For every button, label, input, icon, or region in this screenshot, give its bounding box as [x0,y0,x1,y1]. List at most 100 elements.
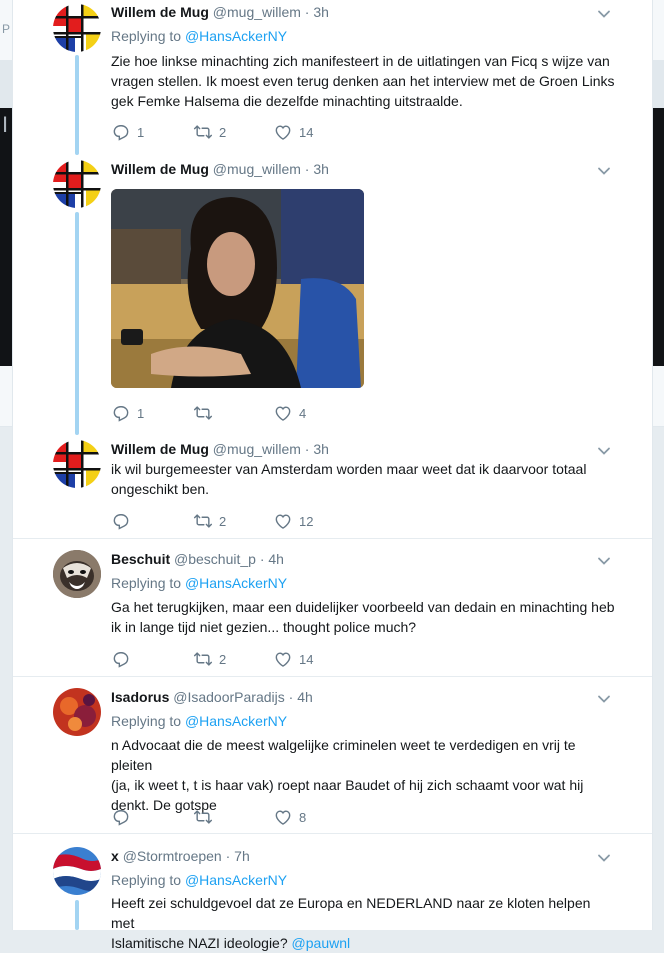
retweet-button[interactable]: 2 [193,511,226,531]
replying-to: Replying to @HansAckerNY [111,872,287,888]
timestamp[interactable]: · 4h [289,689,313,705]
retweet-count: 2 [219,651,227,667]
tweet-text: Zie hoe linkse minachting zich manifeste… [111,51,616,111]
chevron-down-icon[interactable] [596,553,612,569]
tweet-text-line: gek Femke Halsema die dezelfde minachtin… [111,93,463,109]
timestamp[interactable]: · 7h [226,848,250,864]
tweet-header: x @Stormtroepen · 7h [111,848,250,864]
tweet-text: Heeft zei schuldgevoel dat ze Europa en … [111,893,616,953]
tweet[interactable]: Isadorus @IsadoorParadijs · 4h Replying … [13,677,652,834]
retweet-icon [193,403,213,423]
reply-button[interactable]: 1 [111,403,144,423]
like-count: 8 [299,809,307,825]
tweet[interactable]: Beschuit @beschuit_p · 4h Replying to @H… [13,539,652,677]
reply-button[interactable] [111,649,137,669]
mention-link[interactable]: @HansAckerNY [185,28,287,44]
user-handle[interactable]: @Stormtroepen [123,848,222,864]
retweet-button[interactable] [193,807,219,827]
tweet-header: Beschuit @beschuit_p · 4h [111,551,284,567]
reply-count: 1 [137,405,145,421]
like-icon [273,649,293,669]
like-button[interactable]: 4 [273,403,306,423]
background-fragment-text: P [2,22,11,36]
retweet-count: 2 [219,124,227,140]
tweet-text-line: n Advocaat die de meest walgelijke crimi… [111,737,576,773]
chevron-down-icon[interactable] [596,691,612,707]
tweet[interactable]: Willem de Mug @mug_willem · 3h Replying … [13,0,652,155]
user-handle[interactable]: @mug_willem [213,441,301,457]
reply-button[interactable]: 1 [111,122,144,142]
reply-button[interactable] [111,511,137,531]
retweet-button[interactable]: 2 [193,122,226,142]
retweet-icon [193,122,213,142]
timestamp[interactable]: · 3h [305,4,329,20]
tweet[interactable]: x @Stormtroepen · 7h Replying to @HansAc… [13,834,652,951]
retweet-button[interactable]: 2 [193,649,226,669]
user-handle[interactable]: @IsadoorParadijs [173,689,285,705]
reply-count: 1 [137,124,145,140]
tweet-photo[interactable] [111,189,364,388]
like-button[interactable]: 12 [273,511,313,531]
tweet-text: n Advocaat die de meest walgelijke crimi… [111,735,616,815]
retweet-button[interactable] [193,403,219,423]
tweet-text-line: Islamitische NAZI ideologie? @pauwnl [111,933,616,953]
timestamp[interactable]: · 3h [305,441,329,457]
like-button[interactable]: 14 [273,649,313,669]
like-count: 4 [299,405,307,421]
avatar[interactable] [53,160,101,208]
reply-icon [111,649,131,669]
tweet-header: Isadorus @IsadoorParadijs · 4h [111,689,313,705]
replying-to: Replying to @HansAckerNY [111,575,287,591]
like-button[interactable]: 14 [273,122,313,142]
display-name[interactable]: x [111,848,119,864]
mention-link[interactable]: @HansAckerNY [185,872,287,888]
reply-button[interactable] [111,807,137,827]
replying-to: Replying to @HansAckerNY [111,713,287,729]
avatar[interactable] [53,4,101,52]
retweet-icon [193,807,213,827]
tweet-text-line: ik wil burgemeester van Amsterdam worden… [111,461,587,477]
display-name[interactable]: Isadorus [111,689,169,705]
replying-to-label: Replying to [111,872,182,888]
display-name[interactable]: Willem de Mug [111,441,209,457]
tweet-text-line: Heeft zei schuldgevoel dat ze Europa en … [111,895,591,931]
like-button[interactable]: 8 [273,807,306,827]
avatar[interactable] [53,440,101,488]
timestamp[interactable]: · 4h [260,551,284,567]
mention-link[interactable]: @pauwnl [292,935,351,951]
replying-to-label: Replying to [111,713,182,729]
avatar[interactable] [53,847,101,895]
like-count: 14 [299,124,314,140]
tweet-text-fragment: Islamitische NAZI ideologie? [111,935,288,951]
chevron-down-icon[interactable] [596,6,612,22]
chevron-down-icon[interactable] [596,443,612,459]
like-icon [273,403,293,423]
retweet-icon [193,511,213,531]
mention-link[interactable]: @HansAckerNY [185,713,287,729]
thread-line [75,900,79,930]
avatar[interactable] [53,550,101,598]
background-fragment-text: I [2,112,9,137]
user-handle[interactable]: @mug_willem [213,4,301,20]
user-handle[interactable]: @mug_willem [213,161,301,177]
chevron-down-icon[interactable] [596,850,612,866]
tweet-thread-panel: Willem de Mug @mug_willem · 3h Replying … [12,0,653,951]
chevron-down-icon[interactable] [596,163,612,179]
reply-icon [111,122,131,142]
display-name[interactable]: Willem de Mug [111,161,209,177]
user-handle[interactable]: @beschuit_p [174,551,256,567]
mention-link[interactable]: @HansAckerNY [185,575,287,591]
tweet-header: Willem de Mug @mug_willem · 3h [111,161,329,177]
like-icon [273,122,293,142]
thread-line [75,55,79,155]
display-name[interactable]: Willem de Mug [111,4,209,20]
display-name[interactable]: Beschuit [111,551,170,567]
timestamp[interactable]: · 3h [305,161,329,177]
avatar[interactable] [53,688,101,736]
tweet-text-line: ongeschikt ben. [111,481,210,497]
tweet-text-line: (ja, ik weet t, t is haar vak) roept naa… [111,777,584,793]
tweet[interactable]: Willem de Mug @mug_willem · 3h ik wil bu… [13,435,652,539]
like-icon [273,511,293,531]
retweet-count: 2 [219,513,227,529]
reply-icon [111,403,131,423]
